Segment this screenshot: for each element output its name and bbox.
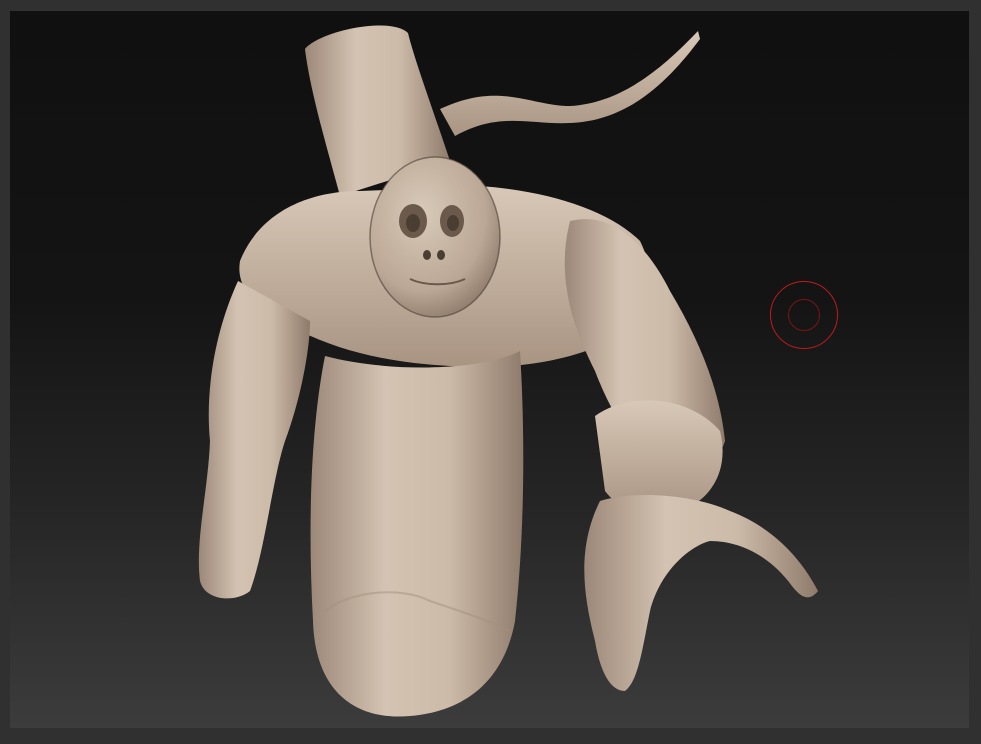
nostril-left — [423, 250, 431, 260]
nostril-right — [437, 250, 445, 260]
brush-circle-icon — [770, 281, 838, 349]
sculpt-model[interactable] — [10, 11, 969, 728]
body-pillar — [310, 351, 524, 717]
left-arm — [198, 281, 310, 599]
tentacle — [440, 31, 700, 136]
brush-inner-circle — [788, 299, 820, 331]
sculpt-viewport[interactable] — [10, 11, 969, 728]
app-frame — [0, 0, 981, 744]
right-hand — [584, 495, 818, 691]
